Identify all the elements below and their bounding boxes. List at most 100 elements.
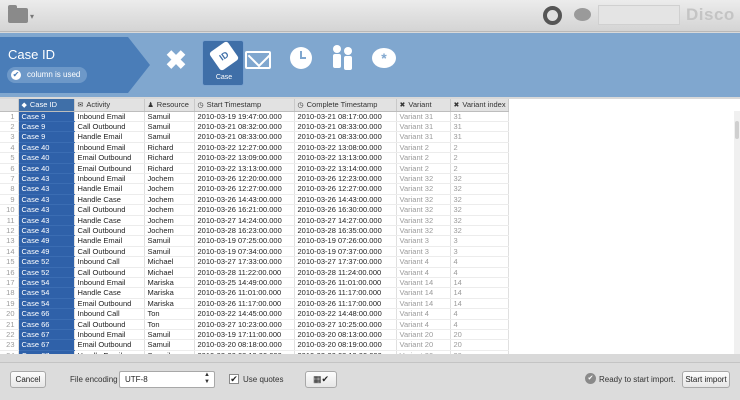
variant-cell: Variant 20 <box>396 329 451 341</box>
table-settings-button[interactable]: ▦✔ <box>305 371 337 388</box>
timestamp-type-icon[interactable] <box>290 47 312 69</box>
table-row[interactable]: 23 Case 67 Email Outbound Samuil 2010-03-20 … <box>0 339 509 351</box>
complete-timestamp-cell: 2010-03-26 12:27:00.000 <box>294 183 397 195</box>
activity-cell: Call Outbound <box>74 246 145 258</box>
activity-cell: Inbound Call <box>74 308 145 320</box>
attribute-title: Case ID <box>8 47 55 62</box>
table-row[interactable]: 13 Case 49 Handle Email Samuil 2010-03-19 07… <box>0 235 509 247</box>
activity-cell: Email Outbound <box>74 339 145 351</box>
variant-index-cell: 4 <box>450 319 509 331</box>
row-number: 15 <box>0 256 19 268</box>
resource-cell: Richard <box>144 142 195 154</box>
column-header-start-timestamp[interactable]: ◷ Start Timestamp <box>194 99 295 112</box>
table-row[interactable]: 16 Case 52 Call Outbound Michael 2010-03-28 … <box>0 267 509 279</box>
table-row[interactable]: 20 Case 66 Inbound Call Ton 2010-03-22 14:45… <box>0 308 509 320</box>
column-header-case-id[interactable]: ◆ Case ID <box>18 99 75 112</box>
complete-timestamp-cell: 2010-03-26 11:17:00.000 <box>294 287 397 299</box>
vertical-scrollbar[interactable] <box>734 111 740 354</box>
start-timestamp-cell: 2010-03-19 19:47:00.000 <box>194 111 295 122</box>
chat-icon[interactable] <box>574 8 591 21</box>
start-timestamp-cell: 2010-03-20 08:18:00.000 <box>194 339 295 351</box>
table-row[interactable]: 24Case 67Handle EmailSamuil2010-03-20 08… <box>0 350 509 354</box>
case-id-cell: Case 40 <box>18 152 75 164</box>
resource-type-icon[interactable] <box>333 45 355 71</box>
case-type-button[interactable]: ID Case <box>202 40 244 86</box>
column-used-badge: ✔ column is used <box>7 67 87 83</box>
table-row[interactable]: 21 Case 66 Call Outbound Ton 2010-03-27 10:2… <box>0 319 509 331</box>
scrollbar-thumb[interactable] <box>735 121 739 139</box>
column-header-label: Resource <box>156 100 189 110</box>
table-row[interactable]: 22 Case 67 Inbound Email Samuil 2010-03-19 1… <box>0 329 509 341</box>
variant-cell: Variant 4 <box>396 308 451 320</box>
start-import-button[interactable]: Start import <box>682 371 730 388</box>
table-row[interactable]: 9 Case 43 Handle Case Jochem 2010-03-26 14:4… <box>0 194 509 206</box>
table-row[interactable]: 7 Case 43 Inbound Email Jochem 2010-03-26 12… <box>0 173 509 185</box>
table-row[interactable]: 14 Case 49 Call Outbound Samuil 2010-03-19 0… <box>0 246 509 258</box>
variant-cell: Variant 20 <box>396 350 451 354</box>
activity-cell: Call Outbound <box>74 267 145 279</box>
file-encoding-value: UTF-8 <box>125 375 148 384</box>
complete-timestamp-cell: 2010-03-21 08:33:00.000 <box>294 131 397 143</box>
table-row[interactable]: 12 Case 43 Call Outbound Jochem 2010-03-28 1… <box>0 225 509 237</box>
variant-index-cell: 2 <box>450 163 509 174</box>
complete-timestamp-cell: 2010-03-22 13:14:00.000 <box>294 163 397 174</box>
case-id-cell: Case 54 <box>18 298 75 310</box>
activity-type-icon[interactable] <box>245 51 271 69</box>
table-row[interactable]: 18 Case 54 Handle Case Mariska 2010-03-26 11… <box>0 287 509 299</box>
table-row[interactable]: 17 Case 54 Inbound Email Mariska 2010-03-25 … <box>0 277 509 289</box>
start-timestamp-cell: 2010-03-26 11:17:00.000 <box>194 298 295 310</box>
case-id-cell: Case 40 <box>18 142 75 154</box>
table-row[interactable]: 1 Case 9 Inbound Email Samuil 2010-03-19 19:… <box>0 111 509 122</box>
table-row[interactable]: 11 Case 43 Handle Case Jochem 2010-03-27 14:… <box>0 215 509 226</box>
table-row[interactable]: 15 Case 52 Inbound Call Michael 2010-03-27 1… <box>0 256 509 268</box>
complete-timestamp-cell: 2010-03-21 08:33:00.000 <box>294 121 397 133</box>
resource-cell: Richard <box>144 163 195 174</box>
table-row[interactable]: 4 Case 40 Inbound Email Richard 2010-03-22 1… <box>0 142 509 154</box>
activity-cell: Inbound Call <box>74 256 145 268</box>
preview-table: ◆ Case ID ✉ Activity ♟ Resource ◷ Start Timesta… <box>0 99 509 354</box>
column-header-complete-timestamp[interactable]: ◷ Complete Timestamp <box>294 99 397 112</box>
variant-index-cell: 32 <box>450 225 509 237</box>
remove-column-icon[interactable]: ✖ <box>164 45 188 76</box>
activity-cell: Inbound Email <box>74 277 145 289</box>
table-row[interactable]: 10 Case 43 Call Outbound Jochem 2010-03-26 1… <box>0 204 509 216</box>
row-number: 24 <box>0 350 19 354</box>
table-row[interactable]: 6 Case 40 Email Outbound Richard 2010-03-22 … <box>0 163 509 174</box>
resource-cell: Samuil <box>144 121 195 133</box>
cancel-button[interactable]: Cancel <box>10 371 46 388</box>
case-id-cell: Case 43 <box>18 173 75 185</box>
case-id-cell: Case 67 <box>18 329 75 341</box>
variant-index-cell: 31 <box>450 121 509 133</box>
column-header-resource[interactable]: ♟ Resource <box>144 99 195 112</box>
column-header-activity[interactable]: ✉ Activity <box>74 99 145 112</box>
case-id-cell: Case 9 <box>18 111 75 122</box>
resource-cell: Jochem <box>144 194 195 206</box>
start-timestamp-cell: 2010-03-27 14:24:00.000 <box>194 215 295 226</box>
variant-index-cell: 31 <box>450 111 509 122</box>
table-row[interactable]: 3 Case 9 Handle Email Samuil 2010-03-21 08:3… <box>0 131 509 143</box>
case-id-cell: Case 49 <box>18 235 75 247</box>
table-row[interactable]: 5 Case 40 Email Outbound Richard 2010-03-22 … <box>0 152 509 164</box>
resource-cell: Michael <box>144 256 195 268</box>
table-row[interactable]: 8 Case 43 Handle Email Jochem 2010-03-26 12:… <box>0 183 509 195</box>
complete-timestamp-cell: 2010-03-20 08:13:00.000 <box>294 329 397 341</box>
app-logo: Disco <box>686 5 735 24</box>
column-header-variant-index[interactable]: ✖ Variant index <box>450 99 509 112</box>
complete-timestamp-cell: 2010-03-20 08:19:00.000 <box>294 339 397 351</box>
column-header-variant[interactable]: ✖ Variant <box>396 99 451 112</box>
use-quotes-checkbox[interactable]: ✔ <box>229 374 239 384</box>
row-number: 19 <box>0 298 19 310</box>
folder-icon[interactable] <box>8 5 28 23</box>
row-number: 6 <box>0 163 19 174</box>
case-id-cell: Case 52 <box>18 256 75 268</box>
other-attribute-icon[interactable]: * <box>372 48 396 68</box>
file-encoding-select[interactable]: UTF-8 ▲ ▼ <box>119 371 215 388</box>
table-row[interactable]: 2 Case 9 Call Outbound Samuil 2010-03-21 08:… <box>0 121 509 133</box>
case-id-cell: Case 40 <box>18 163 75 174</box>
search-input[interactable] <box>598 5 680 25</box>
chevron-down-icon[interactable]: ▾ <box>30 12 34 21</box>
variant-index-cell: 31 <box>450 131 509 143</box>
lifebuoy-icon[interactable] <box>543 6 562 25</box>
resource-cell: Mariska <box>144 298 195 310</box>
table-row[interactable]: 19 Case 54 Email Outbound Mariska 2010-03-26… <box>0 298 509 310</box>
